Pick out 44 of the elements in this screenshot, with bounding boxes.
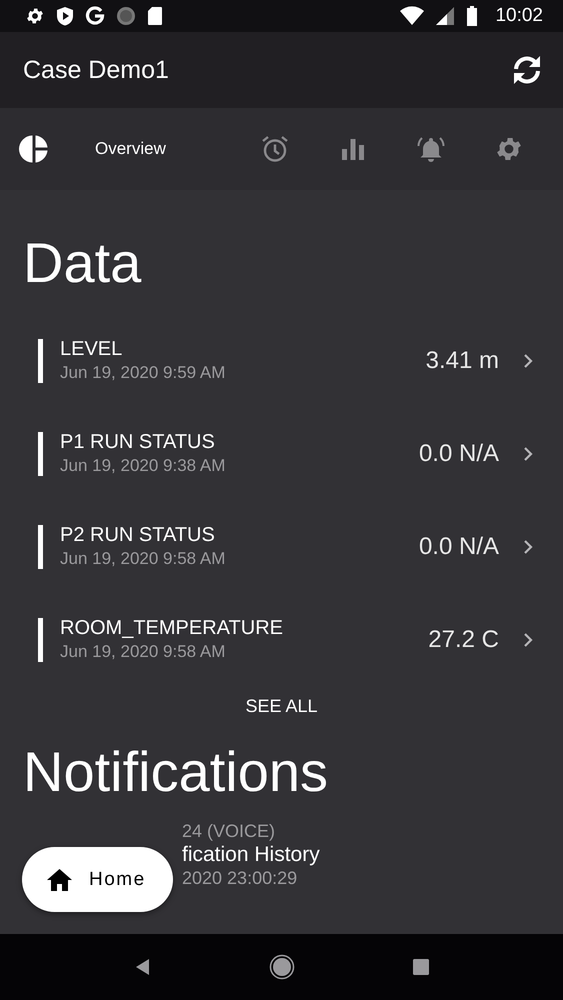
see-all-button[interactable]: SEE ALL: [237, 688, 326, 725]
clock-time: 10:02: [495, 5, 543, 27]
timestamp: Jun 19, 2020 9:58 AM: [60, 549, 226, 569]
alarm-clock-icon: [260, 134, 290, 164]
data-row[interactable]: P2 RUN STATUS Jun 19, 2020 9:58 AM 0.0 N/A: [0, 500, 563, 593]
wifi-icon: [400, 6, 424, 26]
circle-icon: [116, 6, 136, 26]
sd-card-icon: [147, 6, 163, 26]
refresh-icon: [511, 54, 543, 86]
chevron-right-icon[interactable]: [523, 352, 533, 368]
section-heading: Notifications: [22, 739, 330, 805]
timestamp: Jun 19, 2020 9:59 AM: [60, 363, 226, 383]
sensor-value: 3.41 m: [426, 346, 499, 374]
shield-play-icon: [56, 6, 74, 26]
section-heading: Data: [22, 230, 142, 296]
sensor-value: 27.2 C: [428, 626, 499, 654]
settings-icon: [25, 6, 45, 26]
notification-title: fication History: [182, 843, 321, 867]
sensor-value: 0.0 N/A: [418, 440, 499, 468]
app-title: Case Demo1: [23, 56, 170, 84]
notification-time: 2020 23:00:29: [182, 868, 298, 889]
g-letter-icon: [85, 6, 105, 26]
sensor-name: P2 RUN STATUS: [60, 524, 216, 547]
cell-signal-icon: [435, 6, 456, 26]
sensor-name: P1 RUN STATUS: [60, 431, 216, 454]
recents-icon[interactable]: [412, 958, 430, 976]
data-row[interactable]: ROOM_TEMPERATURE Jun 19, 2020 9:58 AM 27.2 C: [0, 593, 563, 686]
sensor-name: ROOM_TEMPERATURE: [60, 617, 284, 640]
chevron-right-icon[interactable]: [523, 446, 533, 462]
timestamp: Jun 19, 2020 9:58 AM: [60, 642, 226, 662]
home-icon: [46, 868, 73, 892]
sensor-name: LEVEL: [60, 338, 124, 361]
notification-source: 24 (VOICE): [182, 821, 276, 842]
pie-chart-icon: [19, 134, 49, 164]
bar-chart-icon: [340, 136, 366, 162]
home-circle-icon[interactable]: [269, 954, 296, 980]
chevron-right-icon[interactable]: [523, 632, 533, 648]
timestamp: Jun 19, 2020 9:38 AM: [60, 456, 226, 476]
sensor-value: 0.0 N/A: [418, 532, 499, 560]
chevron-right-icon[interactable]: [523, 538, 533, 554]
home-button[interactable]: Home: [22, 847, 173, 912]
data-row[interactable]: LEVEL Jun 19, 2020 9:59 AM 3.41 m: [0, 314, 563, 407]
data-row[interactable]: P1 RUN STATUS Jun 19, 2020 9:38 AM 0.0 N/A: [0, 407, 563, 500]
battery-icon: [466, 6, 478, 26]
